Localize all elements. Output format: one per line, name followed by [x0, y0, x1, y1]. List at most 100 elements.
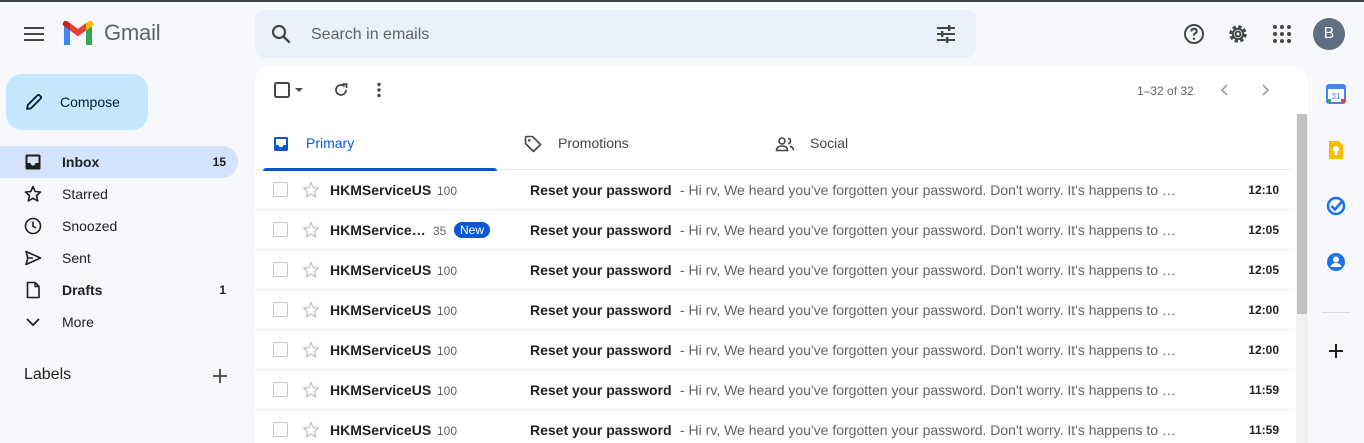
unread-count: 15 — [212, 155, 226, 169]
row-checkbox[interactable] — [273, 422, 288, 437]
inbox-icon — [24, 153, 42, 171]
row-checkbox[interactable] — [273, 342, 288, 357]
email-snippet: - Hi rv, We heard you've forgotten your … — [680, 422, 1182, 438]
sidebar-item-label: Sent — [62, 250, 91, 266]
sidebar-item-inbox[interactable]: Inbox 15 — [0, 146, 238, 178]
people-icon — [775, 134, 795, 154]
gear-icon — [1229, 25, 1247, 43]
refresh-button[interactable] — [327, 76, 355, 104]
gmail-logo[interactable]: Gmail — [62, 20, 161, 46]
tasks-app-button[interactable] — [1324, 194, 1348, 218]
support-button[interactable] — [1174, 14, 1214, 54]
email-time: 12:00 — [1248, 343, 1279, 357]
thread-count: 100 — [437, 264, 458, 278]
calendar-day: 31 — [1332, 92, 1341, 101]
thread-count: 100 — [437, 184, 458, 198]
search-options-icon[interactable] — [934, 22, 958, 46]
contacts-app-button[interactable] — [1324, 250, 1348, 274]
get-addons-button[interactable] — [1324, 339, 1348, 363]
apps-button[interactable] — [1262, 14, 1302, 54]
help-icon — [1184, 24, 1204, 44]
star-icon[interactable] — [301, 220, 321, 240]
calendar-app-button[interactable]: 31 — [1324, 82, 1348, 106]
older-button[interactable] — [1253, 76, 1277, 104]
tab-primary[interactable]: Primary — [255, 118, 507, 171]
caret-down-icon — [295, 88, 303, 92]
sidebar-item-drafts[interactable]: Drafts 1 — [0, 274, 238, 306]
email-row[interactable]: HKMServiceUS 100 Reset your password - H… — [255, 170, 1293, 210]
avatar[interactable]: B — [1313, 18, 1345, 50]
settings-button[interactable] — [1218, 14, 1258, 54]
row-checkbox[interactable] — [273, 382, 288, 397]
select-all-checkbox[interactable] — [271, 76, 307, 104]
more-actions-button[interactable] — [367, 76, 391, 104]
search-icon[interactable] — [269, 22, 293, 46]
sidebar-item-label: Starred — [62, 186, 108, 202]
sender-name: HKMService… — [330, 222, 426, 238]
star-icon — [24, 185, 42, 203]
clock-icon — [24, 217, 42, 235]
sidebar-item-label: Drafts — [62, 282, 103, 298]
sidebar-item-sent[interactable]: Sent — [0, 242, 238, 274]
pagination-range: 1–32 of 32 — [1137, 84, 1194, 98]
star-icon[interactable] — [301, 420, 321, 440]
gmail-m-icon — [62, 21, 94, 45]
sidebar-item-more[interactable]: More — [0, 306, 238, 338]
checkbox-icon — [274, 82, 290, 98]
newer-button[interactable] — [1213, 76, 1237, 104]
email-row[interactable]: HKMService… 35 New Reset your password -… — [255, 210, 1293, 250]
email-snippet: - Hi rv, We heard you've forgotten your … — [680, 262, 1182, 278]
plus-icon — [1329, 344, 1343, 358]
row-checkbox[interactable] — [273, 182, 288, 197]
star-icon[interactable] — [301, 340, 321, 360]
thread-count: 100 — [437, 344, 458, 358]
keep-icon — [1329, 141, 1343, 159]
create-label-button[interactable] — [208, 364, 232, 388]
sender-name: HKMServiceUS — [330, 182, 432, 198]
draft-count: 1 — [219, 283, 226, 297]
tab-promotions[interactable]: Promotions — [507, 118, 759, 170]
labels-heading: Labels — [24, 366, 72, 383]
app-name: Gmail — [104, 20, 161, 45]
email-subject: Reset your password — [530, 422, 672, 438]
email-subject: Reset your password — [530, 262, 672, 278]
contacts-icon — [1327, 253, 1345, 271]
search-bar[interactable]: Search in emails — [255, 10, 976, 58]
row-checkbox[interactable] — [273, 262, 288, 277]
star-icon[interactable] — [301, 260, 321, 280]
email-row[interactable]: HKMServiceUS 100 Reset your password - H… — [255, 330, 1293, 370]
star-icon[interactable] — [301, 180, 321, 200]
compose-label: Compose — [60, 94, 120, 110]
compose-button[interactable]: Compose — [6, 74, 148, 130]
keep-app-button[interactable] — [1324, 138, 1348, 162]
row-checkbox[interactable] — [273, 302, 288, 317]
email-row[interactable]: HKMServiceUS 100 Reset your password - H… — [255, 250, 1293, 290]
email-subject: Reset your password — [530, 302, 672, 318]
tab-label: Promotions — [558, 135, 629, 151]
more-vert-icon — [377, 82, 381, 98]
tag-icon — [523, 134, 543, 154]
mail-list-panel: 1–32 of 32 Primary Promotions Social HKM… — [255, 66, 1308, 443]
tab-label: Primary — [306, 135, 355, 151]
scrollbar-thumb[interactable] — [1297, 114, 1307, 314]
tab-social[interactable]: Social — [759, 118, 1011, 170]
sidebar-item-snoozed[interactable]: Snoozed — [0, 210, 238, 242]
category-tabs: Primary Promotions Social — [255, 118, 1293, 171]
tab-label: Social — [810, 135, 849, 151]
sender-name: HKMServiceUS — [330, 302, 432, 318]
email-time: 11:59 — [1248, 423, 1279, 437]
email-row[interactable]: HKMServiceUS 100 Reset your password - H… — [255, 290, 1293, 330]
sidebar-item-starred[interactable]: Starred — [0, 178, 238, 210]
hamburger-icon — [24, 27, 44, 41]
main-menu-button[interactable] — [14, 14, 54, 54]
email-time: 11:59 — [1248, 383, 1279, 397]
chevron-down-icon — [24, 313, 42, 331]
thread-count: 100 — [437, 304, 458, 318]
row-checkbox[interactable] — [273, 222, 288, 237]
email-row[interactable]: HKMServiceUS 100 Reset your password - H… — [255, 410, 1293, 443]
search-input[interactable]: Search in emails — [311, 26, 429, 44]
star-icon[interactable] — [301, 300, 321, 320]
star-icon[interactable] — [301, 380, 321, 400]
email-snippet: - Hi rv, We heard you've forgotten your … — [680, 382, 1182, 398]
email-row[interactable]: HKMServiceUS 100 Reset your password - H… — [255, 370, 1293, 410]
